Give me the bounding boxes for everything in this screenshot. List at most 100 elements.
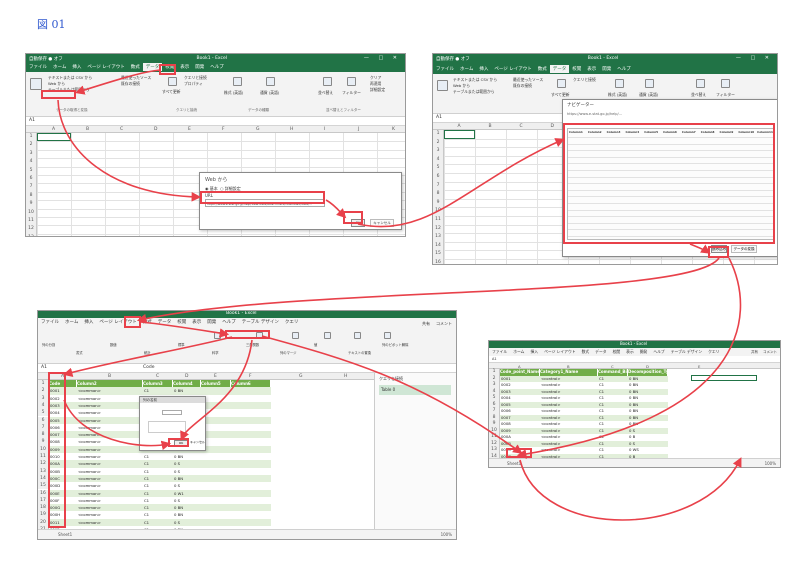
cancel-button[interactable]: キャンセル — [370, 219, 394, 227]
dialog-field-2[interactable] — [148, 421, 186, 433]
row-header[interactable]: 14 — [433, 241, 444, 251]
autosave-label[interactable]: 自動保存 ● オフ — [436, 56, 470, 62]
row-header[interactable]: 9 — [26, 200, 37, 209]
column-header-e[interactable]: E — [214, 374, 217, 379]
column-header-g[interactable]: G — [299, 374, 303, 379]
table-header-cell[interactable]: Column6 — [231, 380, 270, 388]
ribbon-btn-filter[interactable]: フィルター — [716, 92, 735, 98]
comment-button[interactable]: コメント — [763, 350, 777, 355]
window-controls[interactable]: — □ ✕ — [364, 55, 401, 61]
row-header[interactable]: 12 — [26, 225, 37, 234]
ribbon-btn-1[interactable]: 列の分割 — [42, 342, 55, 348]
sort-icon[interactable] — [696, 79, 705, 88]
refresh-all-icon[interactable] — [557, 79, 566, 88]
ribbon-tab-6[interactable]: データ — [592, 348, 609, 356]
column-header-j[interactable]: J — [358, 127, 359, 132]
formula-bar[interactable]: A1 — [26, 117, 405, 126]
ribbon-btn-6[interactable]: 科学 — [212, 350, 219, 356]
row-header[interactable]: 15 — [433, 250, 444, 259]
dialog-field[interactable] — [162, 410, 182, 415]
stocks-icon[interactable] — [233, 77, 242, 86]
ribbon-tab-12[interactable]: クエリ — [282, 318, 302, 326]
selected-cell[interactable] — [444, 130, 475, 139]
column-header-g[interactable]: G — [256, 127, 260, 132]
ribbon-tab-9[interactable]: 開発 — [637, 348, 651, 356]
name-box[interactable]: A1 — [29, 118, 35, 123]
ribbon-tab-7[interactable]: 校閲 — [174, 318, 189, 326]
ribbon-btn-4[interactable]: 統計 — [144, 350, 151, 356]
row-header[interactable]: 6 — [433, 173, 444, 182]
stocks-icon[interactable] — [615, 79, 624, 88]
table-cell[interactable]: <common> — [78, 490, 101, 497]
row-header[interactable]: 4 — [433, 155, 444, 165]
ribbon-tab-8[interactable]: 表示 — [584, 65, 599, 73]
ribbon-tab-5[interactable]: 数式 — [128, 63, 143, 71]
ribbon-btn-filter[interactable]: フィルター — [342, 90, 361, 96]
row-header[interactable]: 5 — [433, 164, 444, 173]
ribbon-btn-sort[interactable]: 並べ替え — [318, 90, 333, 96]
ribbon-tab-11[interactable]: テーブル デザイン — [668, 348, 705, 356]
ribbon-btn-11[interactable]: 列のピボット解除 — [382, 342, 408, 348]
ribbon-tab-3[interactable]: 挿入 — [69, 63, 84, 71]
ribbon-icon[interactable] — [384, 332, 391, 339]
row-header[interactable]: 4 — [26, 158, 37, 167]
ribbon-tab-8[interactable]: 表示 — [177, 63, 192, 71]
ribbon-tab-12[interactable]: クエリ — [705, 348, 722, 356]
ribbon-tab-1[interactable]: ファイル — [38, 318, 62, 326]
column-header-e[interactable]: E — [698, 364, 700, 369]
table-cell[interactable]: C1 — [144, 511, 149, 518]
ribbon-tab-1[interactable]: ファイル — [26, 63, 50, 71]
ribbon-tab-6[interactable]: データ — [155, 318, 175, 326]
ribbon-btn-10[interactable]: テキストの置換 — [348, 350, 371, 356]
table-cell[interactable]: C1 — [144, 460, 149, 467]
column-header-a[interactable]: A — [52, 127, 55, 132]
row-header[interactable]: 10 — [433, 207, 444, 216]
ribbon-tab-2[interactable]: ホーム — [50, 63, 69, 71]
ribbon-btn-5[interactable]: 標準 — [178, 342, 185, 348]
ribbon-btn-existing-connections[interactable]: 既存の接続 — [121, 81, 140, 87]
ribbon-tab-1[interactable]: ファイル — [433, 65, 457, 73]
table-cell[interactable]: C1 — [144, 519, 149, 526]
table-cell[interactable]: <common> — [78, 511, 101, 518]
table-cell[interactable]: <common> — [78, 482, 101, 489]
table-cell[interactable]: 0 S — [174, 497, 180, 504]
table-cell[interactable]: <common> — [78, 475, 101, 482]
table-cell[interactable]: 0 S — [174, 468, 180, 475]
table-cell[interactable]: <common> — [78, 395, 101, 402]
column-header-h[interactable]: H — [344, 374, 347, 379]
column-header-d[interactable]: D — [185, 374, 188, 379]
table-header-cell[interactable]: Column2 — [77, 380, 142, 388]
column-header-h[interactable]: H — [290, 127, 293, 132]
ribbon-tab-9[interactable]: 開発 — [204, 318, 219, 326]
formula-bar[interactable]: A1 — [489, 356, 780, 363]
ribbon-tab-3[interactable]: 挿入 — [81, 318, 96, 326]
row-header[interactable]: 7 — [433, 181, 444, 191]
get-data-icon[interactable] — [30, 78, 42, 90]
table-cell[interactable]: <common> — [78, 424, 101, 431]
table-cell[interactable]: 0 S — [174, 460, 180, 467]
column-header-b[interactable]: B — [86, 127, 89, 132]
table-cell[interactable]: <common> — [78, 504, 101, 511]
row-header[interactable]: 5 — [26, 166, 37, 175]
query-item[interactable]: Table 0 — [379, 385, 451, 395]
row-header[interactable]: 8 — [433, 190, 444, 199]
table-cell[interactable]: C1 — [144, 497, 149, 504]
name-box[interactable]: A1 — [492, 357, 497, 361]
table-cell[interactable]: <common> — [78, 387, 101, 394]
ribbon-tab-10[interactable]: ヘルプ — [219, 318, 239, 326]
table-cell[interactable]: 0 S — [174, 519, 180, 526]
column-header-c[interactable]: C — [120, 127, 123, 132]
table-cell[interactable]: C1 — [144, 468, 149, 475]
ribbon-btn-2[interactable]: 書式 — [76, 350, 83, 356]
filter-icon[interactable] — [347, 77, 356, 86]
ribbon-btn-currency[interactable]: 通貨 (英語) — [639, 92, 658, 98]
table-cell[interactable]: 0 BN — [174, 387, 183, 394]
autosave-label[interactable]: 自動保存 ● オフ — [29, 56, 63, 62]
ribbon-btn-8[interactable]: 列のマージ — [280, 350, 296, 356]
column-header-e[interactable]: E — [188, 127, 191, 132]
ribbon-tab-4[interactable]: ページ レイアウト — [491, 65, 534, 73]
table-cell[interactable]: <common> — [78, 431, 101, 438]
row-header[interactable]: 11 — [433, 216, 444, 225]
row-header[interactable]: 8 — [26, 191, 37, 201]
ribbon-btn-table-range[interactable]: テーブルまたは範囲から — [453, 89, 495, 95]
